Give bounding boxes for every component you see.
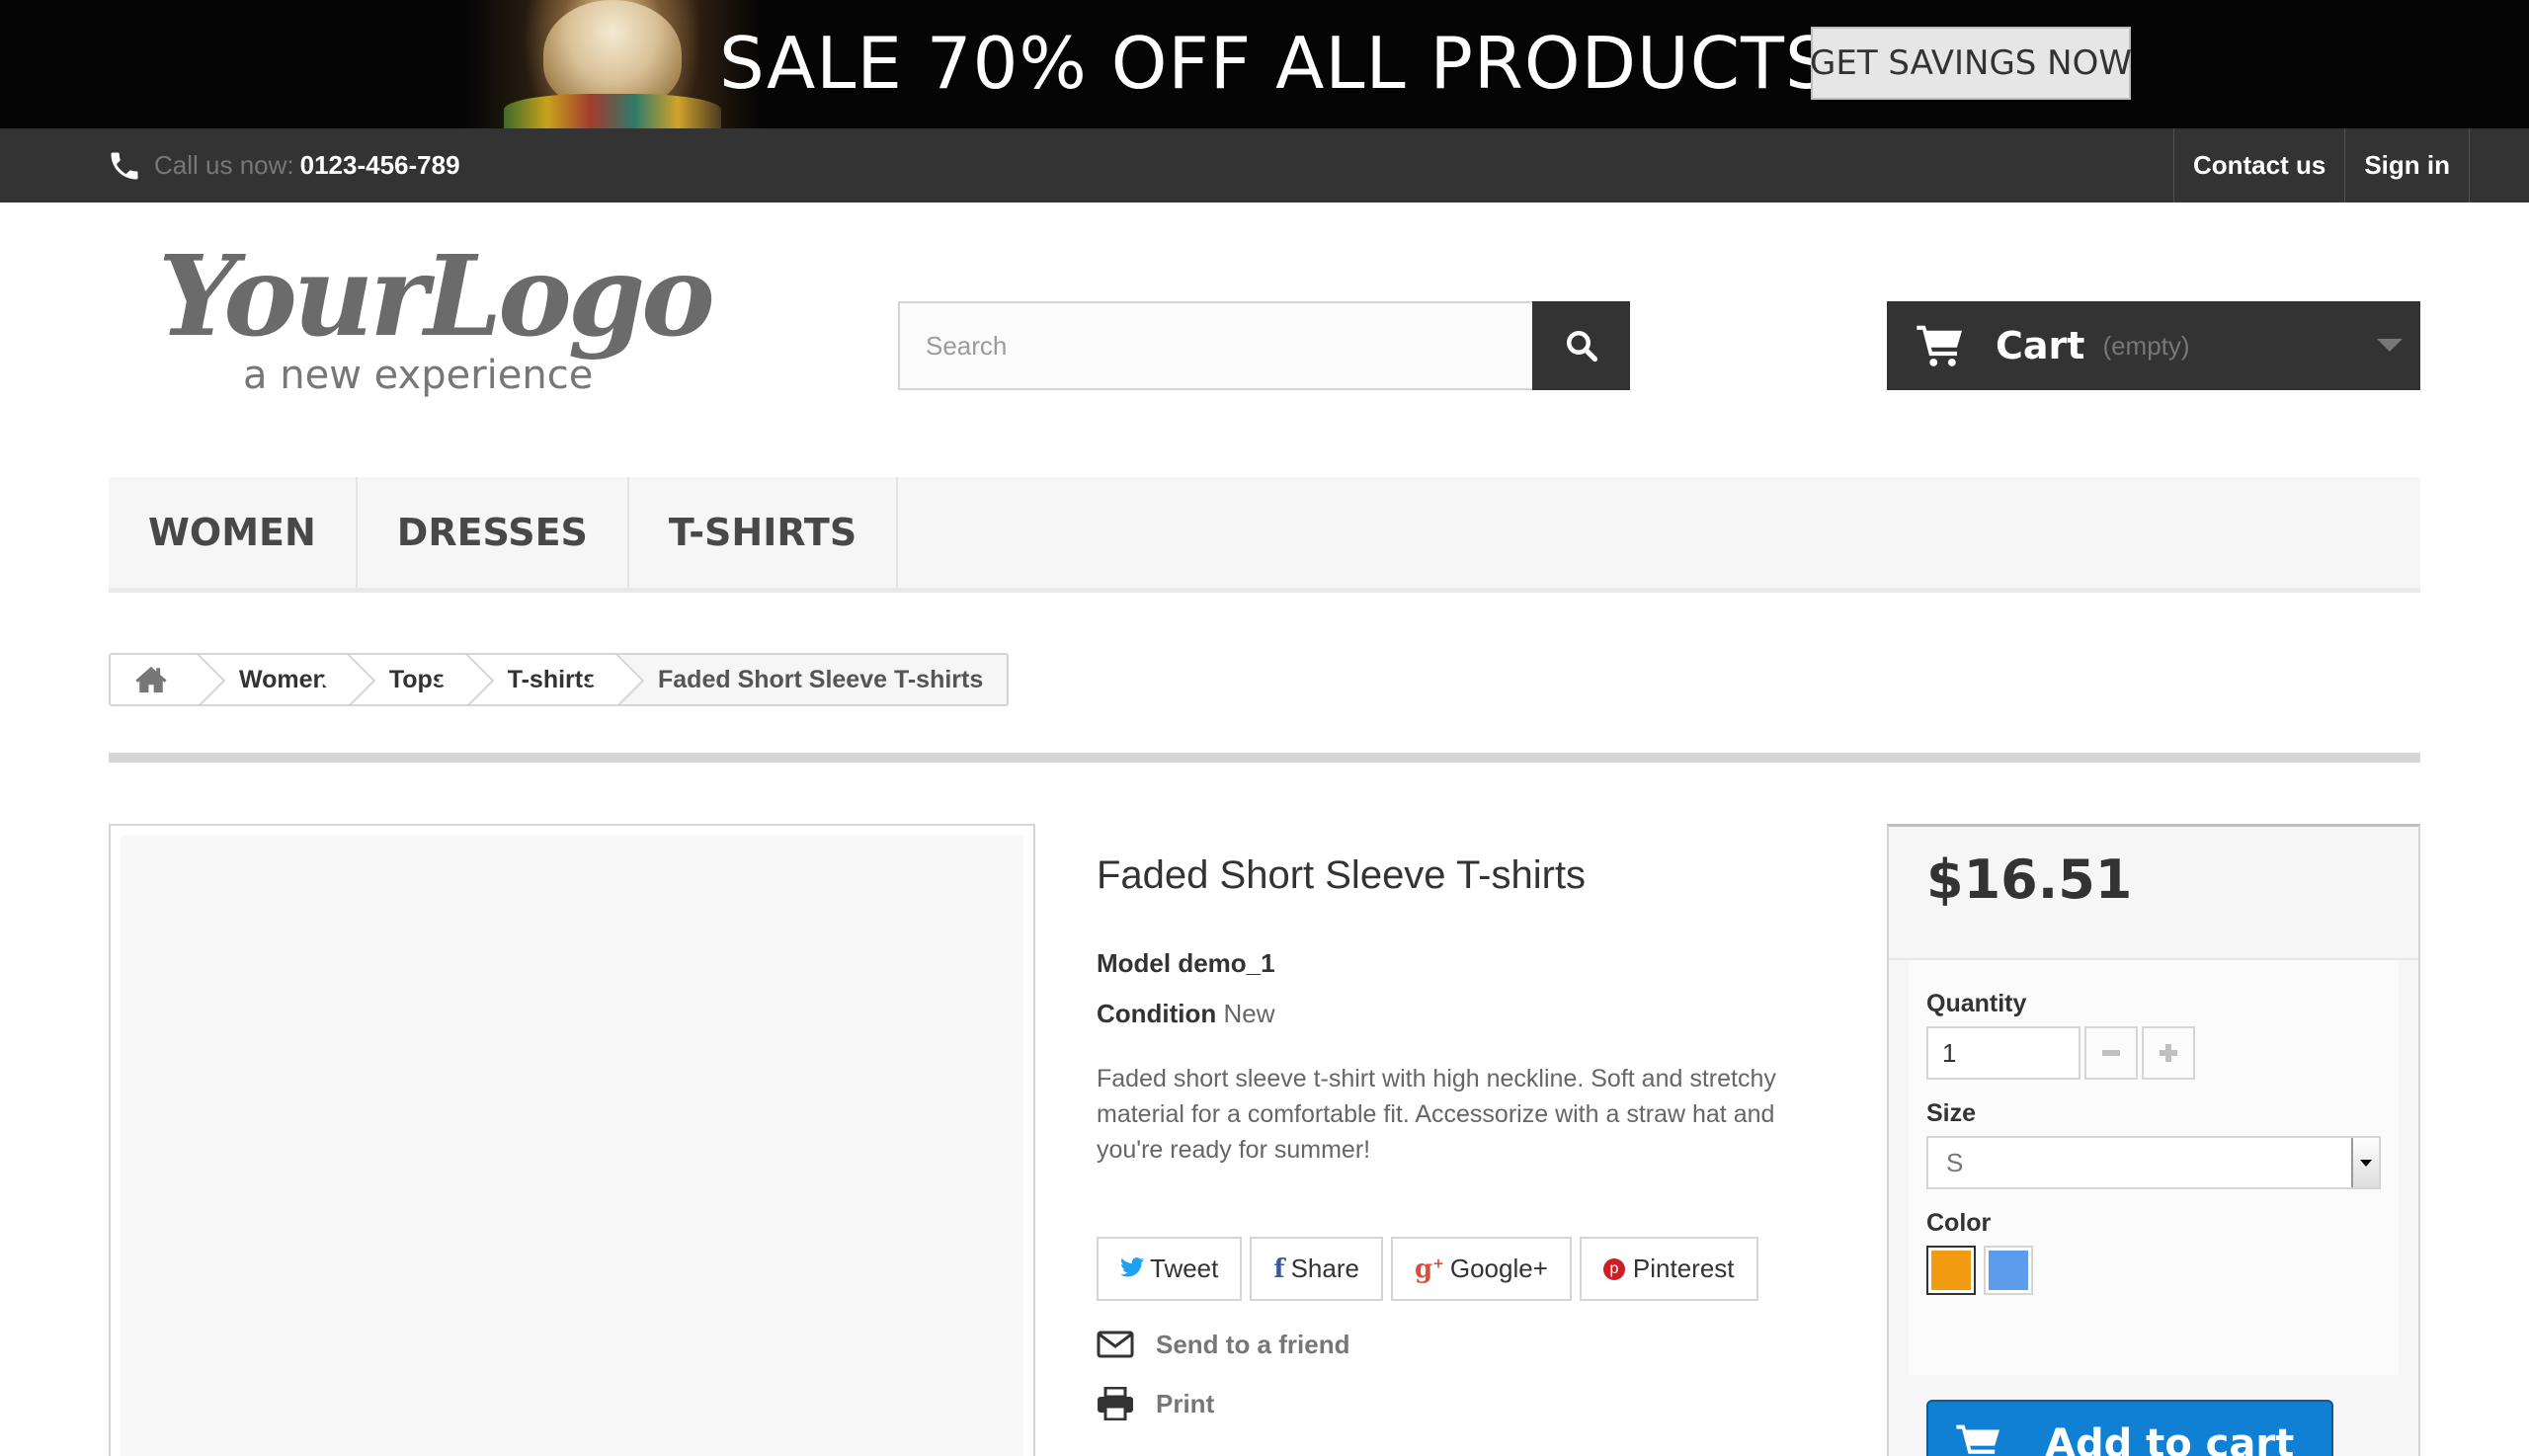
- cart-label: Cart: [1996, 324, 2085, 367]
- breadcrumb: Women Tops T-shirts Faded Short Sleeve T…: [109, 653, 1010, 706]
- share-label: Share: [1290, 1254, 1359, 1283]
- banner-model-image: [464, 0, 761, 128]
- cart-button[interactable]: Cart (empty): [1887, 301, 2420, 390]
- search-icon: [1566, 331, 1597, 363]
- breadcrumb-current: Faded Short Sleeve T-shirts: [618, 655, 1008, 704]
- size-select[interactable]: S: [1926, 1136, 2381, 1189]
- quantity-input[interactable]: 1: [1926, 1026, 2080, 1080]
- menu-item-dresses[interactable]: DRESSES: [358, 477, 629, 588]
- printer-icon: [1098, 1387, 1133, 1420]
- logo-script: YourLogo: [158, 232, 715, 362]
- search-button[interactable]: [1532, 301, 1630, 390]
- main-menu: WOMEN DRESSES T-SHIRTS: [109, 477, 2420, 593]
- cart-status: (empty): [2102, 330, 2190, 361]
- facebook-share-button[interactable]: f Share: [1250, 1237, 1383, 1301]
- phone-label: Call us now:: [154, 150, 294, 180]
- color-swatch-orange[interactable]: [1926, 1246, 1976, 1295]
- model-value: demo_1: [1178, 948, 1275, 978]
- banner-headline: SALE 70% OFF ALL PRODUCTS: [719, 22, 1832, 105]
- section-divider: [109, 753, 2420, 763]
- contact-us-link[interactable]: Contact us: [2172, 128, 2344, 202]
- pinterest-icon: p: [1602, 1257, 1625, 1280]
- print-link[interactable]: Print: [1097, 1387, 1214, 1420]
- product-description: Faded short sleeve t-shirt with high nec…: [1097, 1065, 1776, 1164]
- tweet-button[interactable]: Tweet: [1097, 1237, 1243, 1301]
- facebook-icon: f: [1273, 1254, 1285, 1284]
- buy-box: $16.51 Quantity 1 Size S Color Add to ca…: [1887, 824, 2420, 1456]
- product-info: Faded Short Sleeve T-shirts Model demo_1…: [1097, 851, 1808, 1168]
- condition-label: Condition: [1097, 999, 1217, 1028]
- search-input[interactable]: [898, 301, 1532, 390]
- add-to-cart-button[interactable]: Add to cart: [1926, 1400, 2333, 1456]
- chevron-down-icon: [2351, 1138, 2379, 1187]
- top-bar: Call us now: 0123-456-789 Contact us Sig…: [0, 128, 2529, 202]
- size-value: S: [1946, 1147, 1964, 1177]
- chevron-down-icon: [2377, 339, 2403, 352]
- googleplus-label: Google+: [1449, 1254, 1548, 1283]
- product-image-placeholder: [121, 836, 1023, 1456]
- breadcrumb-home[interactable]: [111, 655, 200, 704]
- model-label: Model: [1097, 948, 1172, 978]
- phone-icon: [107, 148, 142, 184]
- quantity-decrease-button[interactable]: [2084, 1026, 2138, 1080]
- quantity-label: Quantity: [1926, 990, 2027, 1017]
- cart-icon: [1956, 1424, 1999, 1454]
- search-bar: [898, 301, 1630, 390]
- social-share: Tweet f Share g+ Google+ p Pinterest: [1097, 1237, 1758, 1301]
- logo-tagline: a new experience: [243, 353, 594, 398]
- pinterest-button[interactable]: p Pinterest: [1579, 1237, 1758, 1301]
- phone-contact: Call us now: 0123-456-789: [107, 128, 460, 202]
- size-label: Size: [1926, 1099, 1977, 1127]
- menu-item-women[interactable]: WOMEN: [109, 477, 358, 588]
- color-label: Color: [1926, 1209, 1992, 1237]
- product-image[interactable]: [109, 824, 1035, 1456]
- quantity-increase-button[interactable]: [2142, 1026, 2195, 1080]
- product-price: $16.51: [1926, 849, 2133, 911]
- add-to-cart-label: Add to cart: [2045, 1421, 2295, 1456]
- pinterest-label: Pinterest: [1632, 1254, 1735, 1283]
- googleplus-button[interactable]: g+ Google+: [1390, 1237, 1572, 1301]
- send-to-friend-label: Send to a friend: [1156, 1329, 1350, 1359]
- phone-number: 0123-456-789: [299, 150, 460, 180]
- minus-icon: [2102, 1050, 2120, 1056]
- store-logo[interactable]: YourLogo a new experience: [158, 232, 715, 410]
- color-swatch-blue[interactable]: [1984, 1246, 2033, 1295]
- promo-banner[interactable]: SALE 70% OFF ALL PRODUCTS GET SAVINGS NO…: [0, 0, 2529, 128]
- send-to-friend-link[interactable]: Send to a friend: [1097, 1328, 1349, 1361]
- plus-icon: [2160, 1044, 2177, 1062]
- condition-value: New: [1223, 999, 1275, 1028]
- print-label: Print: [1156, 1388, 1215, 1418]
- get-savings-button[interactable]: GET SAVINGS NOW: [1810, 27, 2132, 100]
- googleplus-icon: g+: [1414, 1254, 1444, 1284]
- product-condition: Condition New: [1097, 999, 1808, 1029]
- envelope-icon: [1097, 1331, 1134, 1358]
- twitter-icon: [1120, 1254, 1144, 1284]
- cart-icon: [1917, 325, 1962, 366]
- product-model: Model demo_1: [1097, 948, 1808, 979]
- tweet-label: Tweet: [1150, 1254, 1219, 1283]
- home-icon: [135, 666, 167, 693]
- product-title: Faded Short Sleeve T-shirts: [1097, 853, 1587, 897]
- menu-item-tshirts[interactable]: T-SHIRTS: [629, 477, 899, 588]
- sign-in-link[interactable]: Sign in: [2344, 128, 2470, 202]
